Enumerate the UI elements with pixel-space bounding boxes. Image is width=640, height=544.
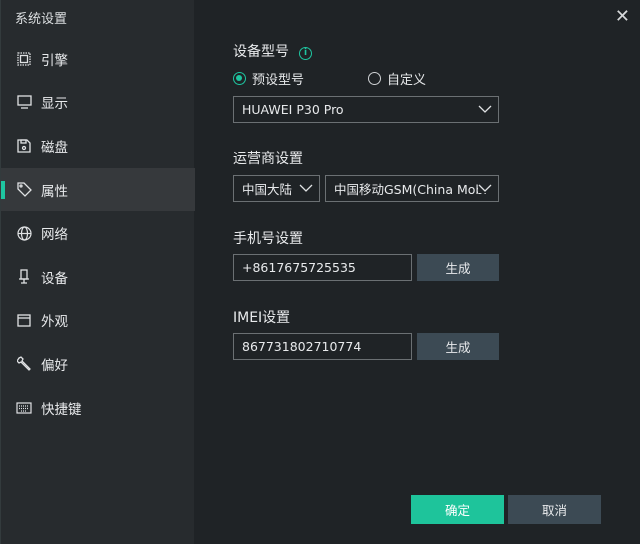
sidebar-item-engine[interactable]: 引擎 [1, 37, 195, 81]
operator-select[interactable]: 中国移动GSM(China Mobi [325, 175, 499, 202]
disk-icon [16, 138, 32, 154]
generate-imei-button[interactable]: 生成 [417, 333, 499, 360]
sidebar-item-display[interactable]: 显示 [1, 81, 195, 125]
chevron-down-icon [478, 105, 492, 113]
wrench-icon [16, 356, 32, 372]
sidebar-item-device[interactable]: 设备 [1, 255, 195, 299]
sidebar-item-label: 外观 [41, 314, 68, 331]
sidebar-item-properties[interactable]: 属性 [1, 167, 195, 212]
sidebar-item-appearance[interactable]: 外观 [1, 299, 195, 343]
sidebar-item-label: 网络 [41, 227, 68, 244]
cancel-button[interactable]: 取消 [508, 495, 601, 524]
chevron-down-icon [299, 184, 313, 192]
globe-icon [16, 225, 32, 241]
radio-custom[interactable]: 自定义 [368, 69, 426, 88]
carrier-label: 运营商设置 [233, 151, 303, 167]
ok-button[interactable]: 确定 [411, 495, 504, 524]
tag-icon [16, 182, 32, 198]
sidebar-item-label: 显示 [41, 96, 68, 113]
radio-preset[interactable]: 预设型号 [233, 69, 304, 88]
sidebar: 系统设置 引擎 显示 磁盘 属性 网络 设备 外观 偏好 快捷键 [0, 0, 195, 544]
sidebar-nav: 引擎 显示 磁盘 属性 网络 设备 外观 偏好 快捷键 [1, 37, 195, 429]
generate-phone-button[interactable]: 生成 [417, 254, 499, 281]
select-value: 中国大陆 [242, 182, 293, 197]
chevron-down-icon [478, 183, 492, 193]
select-value: 中国移动GSM(China Mobi [334, 182, 487, 197]
monitor-icon [16, 94, 32, 110]
sidebar-item-network[interactable]: 网络 [1, 211, 195, 255]
radio-unchecked-icon [368, 72, 381, 85]
sidebar-item-label: 设备 [41, 270, 68, 287]
device-model-select[interactable]: HUAWEI P30 Pro [233, 96, 499, 123]
sidebar-item-label: 引擎 [41, 52, 68, 69]
sidebar-item-label: 偏好 [41, 357, 68, 374]
region-select[interactable]: 中国大陆 [233, 175, 320, 202]
sidebar-item-disk[interactable]: 磁盘 [1, 124, 195, 168]
keyboard-icon [16, 400, 32, 416]
sidebar-item-label: 磁盘 [41, 139, 68, 156]
window-icon [16, 312, 32, 328]
select-value: HUAWEI P30 Pro [242, 102, 344, 117]
sidebar-item-label: 快捷键 [41, 401, 82, 418]
radio-label: 预设型号 [252, 73, 305, 88]
window-title: 系统设置 [15, 12, 68, 27]
device-model-label: 设备型号 i [233, 41, 312, 61]
device-icon [16, 269, 32, 285]
sidebar-item-shortcuts[interactable]: 快捷键 [1, 386, 195, 430]
imei-label: IMEI设置 [233, 310, 291, 326]
radio-label: 自定义 [387, 73, 427, 88]
sidebar-item-preferences[interactable]: 偏好 [1, 342, 195, 386]
imei-input[interactable]: 867731802710774 [233, 333, 412, 360]
close-icon[interactable]: ✕ [615, 6, 630, 27]
radio-checked-icon [233, 72, 246, 85]
sidebar-item-label: 属性 [41, 183, 68, 200]
phone-input[interactable]: +8617675725535 [233, 254, 412, 281]
phone-label: 手机号设置 [233, 231, 303, 247]
info-icon[interactable]: i [299, 47, 312, 60]
device-model-label-text: 设备型号 [233, 44, 289, 60]
chip-icon [16, 51, 32, 67]
